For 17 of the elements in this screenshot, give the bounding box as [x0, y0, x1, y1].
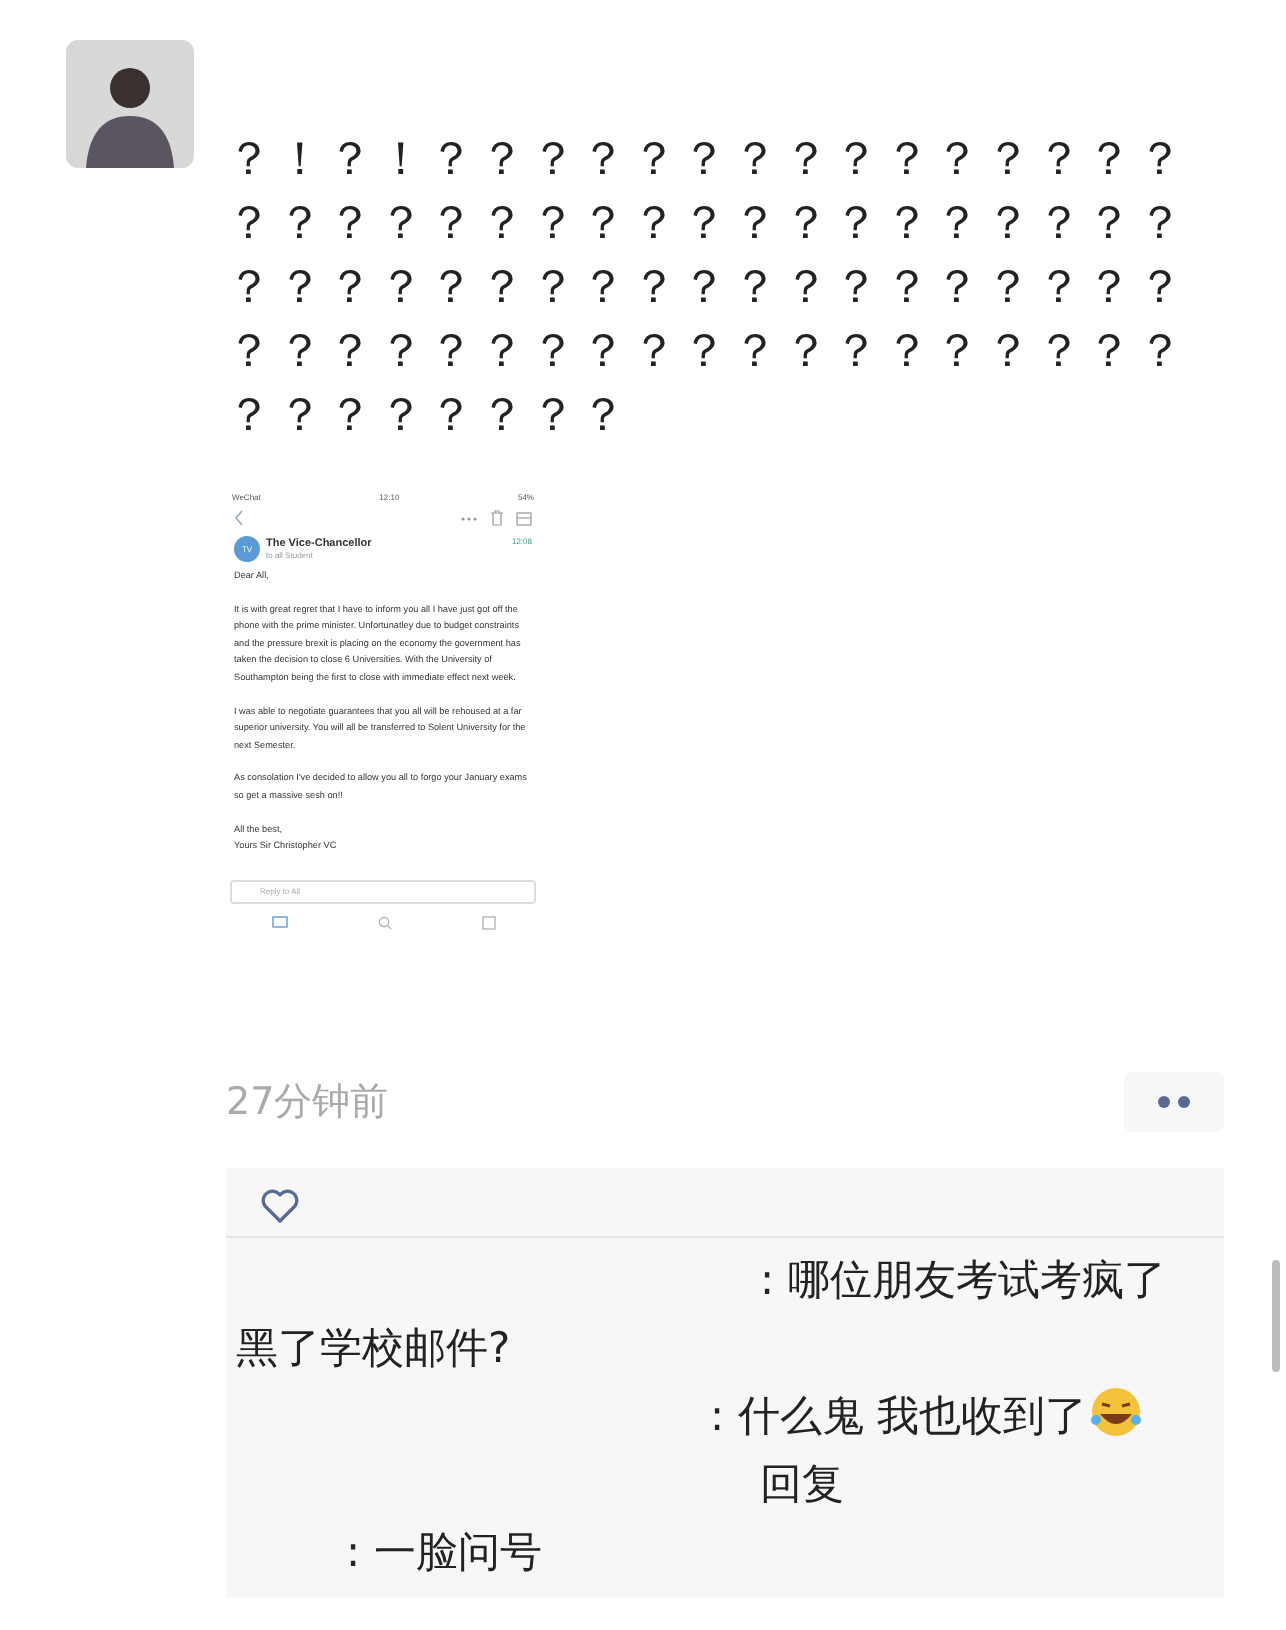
- post-text: ？！？！？？？？？？？？？？？？？？？？？？？？？？？？？？？？？？？？？？？？？？？？？？？？？？？？？？？？？？？？？？？？？？？？？？？？？？？？？？？？？？？？: [226, 132, 1190, 446]
- archive-icon[interactable]: [516, 511, 532, 525]
- dots-icon: [1154, 1094, 1194, 1110]
- back-icon[interactable]: [234, 510, 244, 526]
- calendar-icon[interactable]: [481, 915, 495, 930]
- trash-icon[interactable]: [490, 510, 504, 526]
- more-button[interactable]: [1124, 1072, 1224, 1132]
- comment-text: : 什么鬼 我也收到了: [710, 1392, 1087, 1440]
- avatar[interactable]: [66, 40, 194, 168]
- more-icon[interactable]: [460, 515, 478, 521]
- post-time: 27分钟前: [226, 1078, 389, 1128]
- comment-text: : 一脸问号: [346, 1526, 542, 1580]
- reply-label: 回复: [760, 1460, 844, 1508]
- comment-text: : 哪位朋友考试考疯了黑了学校邮件?: [236, 1256, 1166, 1372]
- search-icon[interactable]: [377, 915, 391, 930]
- heart-icon[interactable]: [260, 1188, 300, 1224]
- mail-icon[interactable]: [271, 915, 287, 928]
